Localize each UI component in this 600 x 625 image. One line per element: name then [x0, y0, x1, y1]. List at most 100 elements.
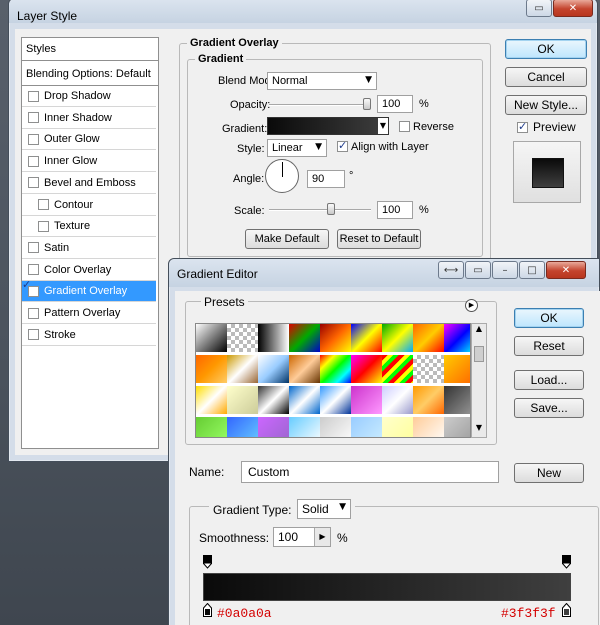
scale-input[interactable]: 100: [377, 201, 413, 219]
opacity-stop-icon[interactable]: [562, 555, 571, 569]
preset-swatch[interactable]: [444, 417, 470, 437]
style-item-gradient-overlay[interactable]: Gradient Overlay: [22, 281, 156, 303]
style-item-inner-shadow[interactable]: Inner Shadow: [22, 107, 156, 129]
make-default-button[interactable]: Make Default: [245, 229, 329, 249]
preset-swatch[interactable]: [258, 417, 290, 437]
opacity-stop-icon[interactable]: [203, 555, 212, 569]
cancel-button[interactable]: Cancel: [505, 67, 587, 87]
preset-swatch[interactable]: [320, 324, 352, 353]
style-select[interactable]: Linear ▼: [267, 139, 327, 157]
preset-swatch[interactable]: [227, 324, 259, 353]
preset-swatch[interactable]: [258, 324, 290, 353]
preset-swatch[interactable]: [289, 355, 321, 384]
checkbox-icon[interactable]: [38, 220, 49, 232]
color-stop-icon[interactable]: [562, 602, 571, 617]
ok-button[interactable]: OK: [505, 39, 587, 59]
preset-swatch[interactable]: [289, 324, 321, 353]
checkbox-icon[interactable]: [28, 264, 39, 276]
preset-swatch[interactable]: [320, 386, 352, 415]
style-item-color-overlay[interactable]: Color Overlay: [22, 259, 156, 281]
preset-swatch[interactable]: [444, 386, 470, 415]
checkbox-icon[interactable]: [28, 155, 39, 167]
smoothness-input[interactable]: 100 ▶: [273, 527, 331, 547]
new-style-button[interactable]: New Style...: [505, 95, 587, 115]
preset-swatch[interactable]: [351, 324, 383, 353]
style-item-inner-glow[interactable]: Inner Glow: [22, 151, 156, 173]
preset-swatch[interactable]: [413, 324, 445, 353]
preset-swatch[interactable]: [413, 417, 445, 437]
editor-ok-button[interactable]: OK: [514, 308, 584, 328]
presets-flyout-icon[interactable]: ▶: [465, 299, 478, 312]
style-item-texture[interactable]: Texture: [22, 216, 156, 238]
restore-icon[interactable]: ▭: [526, 0, 552, 17]
close-icon[interactable]: ✕: [546, 261, 586, 279]
preset-swatch[interactable]: [351, 355, 383, 384]
style-item-bevel-and-emboss[interactable]: Bevel and Emboss: [22, 172, 156, 194]
preset-swatch[interactable]: [289, 417, 321, 437]
preset-swatch[interactable]: [227, 355, 259, 384]
style-item-satin[interactable]: Satin: [22, 237, 156, 259]
preset-swatch[interactable]: [227, 417, 259, 437]
gradient-dropdown-arrow-icon[interactable]: ▼: [378, 118, 388, 134]
preset-swatch[interactable]: [413, 355, 445, 384]
checkbox-icon[interactable]: [28, 133, 39, 145]
preset-swatch[interactable]: [444, 355, 470, 384]
checkbox-icon[interactable]: [28, 285, 39, 297]
preset-swatch[interactable]: [382, 417, 414, 437]
color-stop-icon[interactable]: [203, 602, 212, 617]
style-item-stroke[interactable]: Stroke: [22, 324, 156, 346]
editor-load-button[interactable]: Load...: [514, 370, 584, 390]
opacity-input[interactable]: 100: [377, 95, 413, 113]
scale-slider-thumb[interactable]: [327, 203, 335, 215]
preset-swatch[interactable]: [382, 324, 414, 353]
name-input[interactable]: Custom: [241, 461, 499, 483]
preset-swatch[interactable]: [196, 417, 228, 437]
preset-swatch[interactable]: [351, 386, 383, 415]
opacity-slider[interactable]: [269, 98, 371, 110]
preset-swatch[interactable]: [227, 386, 259, 415]
style-item-drop-shadow[interactable]: Drop Shadow: [22, 86, 156, 107]
preview-checkbox[interactable]: [517, 120, 528, 133]
style-item-pattern-overlay[interactable]: Pattern Overlay: [22, 303, 156, 324]
presets-scrollbar[interactable]: ▲ ▼: [471, 323, 487, 438]
preset-swatch[interactable]: [444, 324, 470, 353]
gradient-editor-titlebar[interactable]: Gradient Editor ⟷ ▭ – □ ✕: [169, 259, 599, 287]
reverse-checkbox[interactable]: [399, 121, 410, 132]
checkbox-icon[interactable]: [28, 242, 39, 254]
scroll-up-icon[interactable]: ▲: [472, 324, 486, 338]
checkbox-icon[interactable]: [28, 177, 39, 189]
preset-swatch[interactable]: [320, 355, 352, 384]
preset-swatch[interactable]: [196, 324, 228, 353]
preset-swatch[interactable]: [382, 355, 414, 384]
restore-icon[interactable]: ▭: [465, 261, 491, 279]
smoothness-arrow-icon[interactable]: ▶: [314, 528, 330, 546]
gradient-type-select[interactable]: Solid ▼: [297, 499, 351, 519]
styles-header[interactable]: Styles: [22, 38, 158, 61]
reset-default-button[interactable]: Reset to Default: [337, 229, 421, 249]
preset-swatch[interactable]: [196, 386, 228, 415]
checkbox-icon[interactable]: [28, 307, 39, 319]
gradient-bar[interactable]: [203, 573, 571, 601]
blending-options[interactable]: Blending Options: Default: [22, 62, 158, 86]
editor-reset-button[interactable]: Reset: [514, 336, 584, 356]
scroll-down-icon[interactable]: ▼: [472, 423, 486, 437]
style-item-contour[interactable]: Contour: [22, 194, 156, 216]
angle-dial[interactable]: [265, 159, 299, 193]
editor-new-button[interactable]: New: [514, 463, 584, 483]
scroll-thumb[interactable]: [474, 346, 484, 362]
checkbox-icon[interactable]: [28, 90, 39, 102]
preset-swatch[interactable]: [196, 355, 228, 384]
preset-swatch[interactable]: [320, 417, 352, 437]
editor-save-button[interactable]: Save...: [514, 398, 584, 418]
scale-slider[interactable]: [269, 203, 371, 215]
angle-input[interactable]: 90: [307, 170, 345, 188]
checkbox-icon[interactable]: [28, 329, 39, 341]
checkbox-icon[interactable]: [38, 199, 49, 210]
maximize-icon[interactable]: □: [519, 261, 545, 279]
layer-style-titlebar[interactable]: Layer Style ▭ ✕: [9, 0, 597, 23]
blend-mode-select[interactable]: Normal ▼: [267, 72, 377, 90]
swap-icon[interactable]: ⟷: [438, 261, 464, 279]
close-icon[interactable]: ✕: [553, 0, 593, 17]
style-item-outer-glow[interactable]: Outer Glow: [22, 129, 156, 151]
preset-swatch[interactable]: [258, 355, 290, 384]
